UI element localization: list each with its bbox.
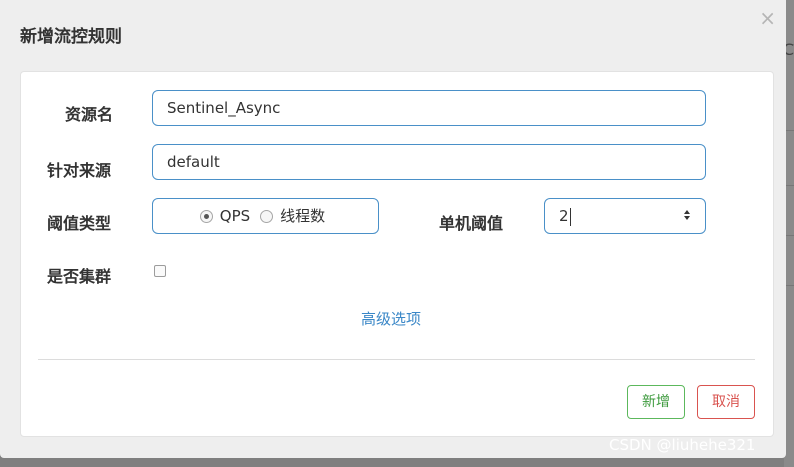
dialog-title: 新增流控规则 — [20, 27, 122, 47]
source-label: 针对来源 — [47, 161, 112, 180]
add-button[interactable]: 新增 — [627, 385, 685, 419]
watermark: CSDN @liuhehe321 — [609, 436, 756, 454]
cancel-button[interactable]: 取消 — [697, 385, 755, 419]
threshold-type-label: 阈值类型 — [47, 214, 112, 233]
close-icon[interactable]: × — [759, 8, 776, 28]
resource-input[interactable]: Sentinel_Async — [152, 90, 706, 126]
source-input[interactable]: default — [152, 144, 706, 180]
thread-count-radio[interactable] — [260, 209, 274, 223]
text-cursor — [569, 207, 571, 226]
threshold-type-group: QPS 线程数 — [152, 198, 379, 234]
divider — [38, 359, 755, 360]
cluster-label: 是否集群 — [47, 267, 112, 286]
qps-radio[interactable] — [199, 209, 213, 223]
single-threshold-input[interactable]: 2 — [544, 198, 706, 234]
qps-radio-label[interactable]: QPS — [220, 199, 250, 233]
flow-rule-dialog: 新增流控规则 × 资源名 Sentinel_Async 针对来源 default… — [0, 0, 786, 458]
single-threshold-label: 单机阈值 — [439, 214, 504, 233]
resource-label: 资源名 — [65, 105, 114, 124]
cluster-checkbox[interactable] — [154, 265, 166, 277]
form-panel: 资源名 Sentinel_Async 针对来源 default 阈值类型 QPS… — [20, 71, 774, 437]
stepper-icon[interactable] — [683, 208, 691, 224]
thread-count-radio-label[interactable]: 线程数 — [280, 199, 325, 233]
advanced-options-link[interactable]: 高级选项 — [361, 308, 421, 329]
single-threshold-value: 2 — [559, 207, 569, 225]
